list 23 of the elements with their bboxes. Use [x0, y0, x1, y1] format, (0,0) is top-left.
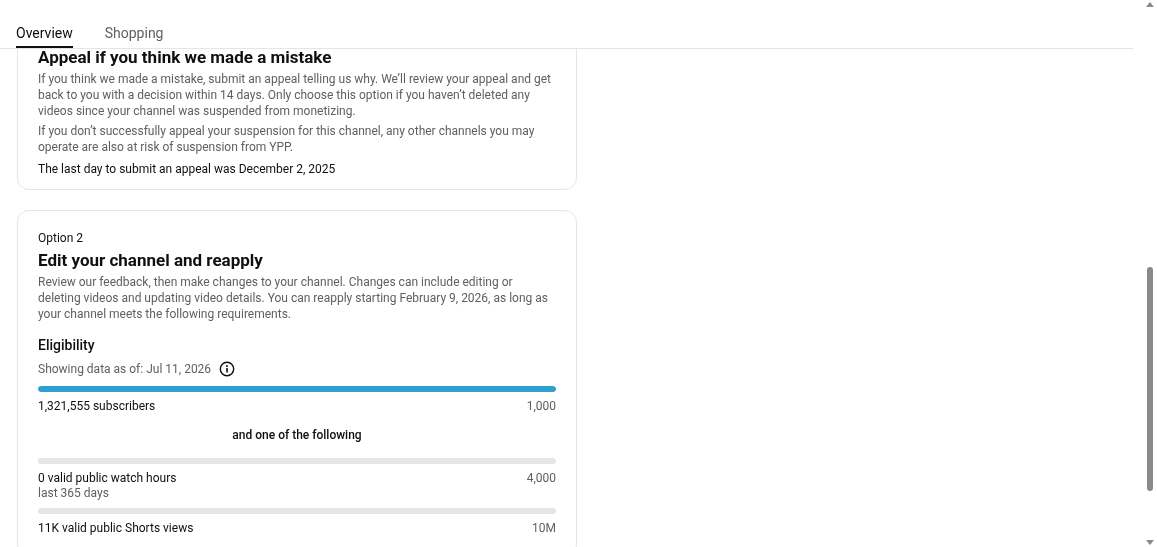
metric-target: 1,000: [526, 398, 556, 414]
card-heading: Edit your channel and reapply: [38, 249, 264, 271]
info-icon[interactable]: [219, 361, 236, 377]
metric-period: last 365 days: [38, 486, 110, 500]
scrollbar-thumb[interactable]: [1147, 267, 1153, 491]
paragraph: If you don’t successfully appeal your suspension for this channel, any other channels you may operate are also at risk of suspension from YPP.: [38, 123, 536, 155]
metric-label: 1,321,555 subscribers: [38, 398, 156, 414]
deadline-text: The last day to submit an appeal was December 2, 2025: [38, 161, 337, 177]
metric-label: 0 valid public watch hours: [38, 470, 177, 486]
scroll-up-icon[interactable]: [1146, 2, 1154, 7]
metric-label: 11K valid public Shorts views: [38, 520, 194, 536]
metric-target: 4,000: [526, 470, 556, 486]
section-heading: Eligibility: [38, 336, 96, 355]
scroll-down-icon[interactable]: [1146, 540, 1154, 545]
metric-target: 10M: [532, 520, 556, 536]
data-date: Showing data as of: Jul 11, 2026: [38, 361, 212, 378]
option-label: Option 2: [38, 231, 85, 245]
tab[interactable]: Overview: [16, 0, 73, 48]
tab[interactable]: Shopping: [104, 0, 164, 48]
paragraph: Review our feedback, then make changes to your channel. Changes can include editing or deleting videos and updating video details. You can reapply starting February 9, 2026, as long as your channel meets the following requirements.: [38, 274, 549, 322]
paragraph: If you think we made a mistake, submit an appeal telling us why. We’ll review your appeal and get back to you with a decision within 14 days. Only choose this option if you haven’t deleted any videos since your channel was suspended from monetizing.: [38, 71, 553, 119]
separator-text: and one of the following: [232, 427, 362, 444]
card-heading: Appeal if you think we made a mistake: [38, 49, 333, 67]
